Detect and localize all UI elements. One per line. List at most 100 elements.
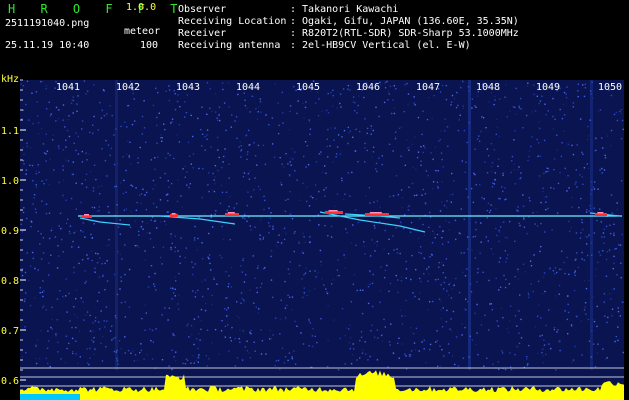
noise-dot	[45, 160, 47, 162]
noise-dot	[23, 163, 25, 165]
noise-dot	[69, 225, 72, 227]
noise-dot	[189, 155, 191, 157]
noise-dot	[91, 237, 94, 239]
noise-dot	[154, 168, 156, 170]
noise-dot	[87, 90, 89, 92]
noise-dot	[370, 127, 372, 130]
noise-dot	[109, 105, 111, 107]
noise-dot	[466, 301, 469, 303]
noise-dot	[410, 278, 412, 281]
noise-dot	[584, 87, 587, 89]
noise-dot	[462, 357, 465, 359]
noise-dot	[408, 354, 411, 356]
noise-dot	[211, 110, 214, 113]
noise-dot	[530, 265, 533, 267]
noise-dot	[298, 264, 301, 267]
noise-dot	[293, 350, 295, 352]
antenna-key: Receiving antenna	[178, 40, 281, 51]
noise-dot	[246, 204, 249, 207]
noise-dot	[73, 142, 75, 144]
noise-dot	[508, 283, 511, 285]
noise-dot	[303, 155, 305, 158]
noise-dot	[26, 252, 28, 254]
noise-dot	[420, 246, 422, 248]
noise-dot	[323, 284, 325, 286]
noise-dot	[415, 268, 417, 271]
noise-dot	[496, 234, 498, 237]
noise-dot	[171, 118, 174, 120]
noise-dot	[416, 194, 418, 196]
noise-dot	[58, 255, 60, 257]
noise-dot	[541, 293, 544, 295]
noise-dot	[94, 348, 96, 350]
noise-dot	[404, 214, 406, 216]
noise-dot	[528, 197, 530, 199]
noise-dot	[82, 222, 84, 224]
noise-dot	[211, 189, 214, 191]
noise-dot	[58, 225, 60, 227]
noise-dot	[376, 240, 378, 243]
noise-dot	[92, 190, 95, 192]
noise-dot	[352, 283, 354, 285]
noise-dot	[146, 232, 148, 234]
noise-dot	[119, 219, 121, 221]
noise-dot	[376, 244, 378, 247]
noise-dot	[206, 138, 208, 140]
noise-dot	[197, 357, 199, 359]
noise-dot	[540, 201, 542, 204]
noise-dot	[494, 172, 496, 174]
noise-dot	[448, 283, 450, 286]
noise-dot	[193, 318, 196, 320]
noise-dot	[542, 362, 544, 364]
noise-dot	[461, 160, 463, 162]
noise-dot	[164, 307, 166, 309]
noise-dot	[45, 309, 47, 311]
location-key: Receiving Location	[178, 16, 287, 27]
noise-dot	[174, 360, 177, 362]
noise-dot	[421, 133, 423, 136]
noise-dot	[602, 232, 605, 234]
noise-dot	[184, 165, 186, 167]
noise-dot	[128, 154, 130, 157]
noise-dot	[178, 124, 181, 126]
noise-dot	[488, 211, 491, 214]
noise-dot	[107, 205, 109, 208]
noise-dot	[270, 255, 272, 258]
noise-dot	[567, 143, 569, 145]
noise-dot	[308, 318, 310, 321]
noise-dot	[465, 298, 467, 300]
noise-dot	[130, 184, 132, 186]
noise-dot	[598, 251, 600, 253]
noise-dot	[372, 146, 375, 148]
noise-dot	[414, 102, 416, 104]
noise-dot	[21, 356, 24, 358]
noise-dot	[404, 83, 406, 86]
noise-dot	[400, 280, 403, 282]
noise-dot	[486, 217, 488, 219]
noise-dot	[381, 155, 383, 157]
noise-dot	[149, 232, 151, 234]
noise-dot	[604, 154, 606, 157]
noise-dot	[571, 206, 573, 208]
noise-dot	[503, 171, 505, 174]
noise-dot	[459, 233, 461, 235]
noise-dot	[23, 153, 25, 156]
noise-dot	[383, 318, 385, 321]
noise-dot	[430, 152, 432, 154]
noise-dot	[371, 239, 373, 241]
noise-dot	[309, 219, 311, 222]
noise-dot	[117, 226, 120, 228]
noise-dot	[539, 127, 541, 130]
noise-dot	[173, 356, 175, 358]
noise-dot	[453, 284, 455, 286]
receiver-key: Receiver	[178, 28, 227, 39]
noise-dot	[36, 101, 38, 103]
noise-dot	[431, 242, 434, 244]
noise-dot	[352, 96, 355, 98]
noise-dot	[228, 350, 230, 352]
noise-dot	[214, 165, 217, 167]
noise-dot	[289, 105, 292, 107]
noise-dot	[110, 147, 112, 150]
noise-dot	[32, 180, 34, 182]
noise-dot	[272, 228, 274, 230]
